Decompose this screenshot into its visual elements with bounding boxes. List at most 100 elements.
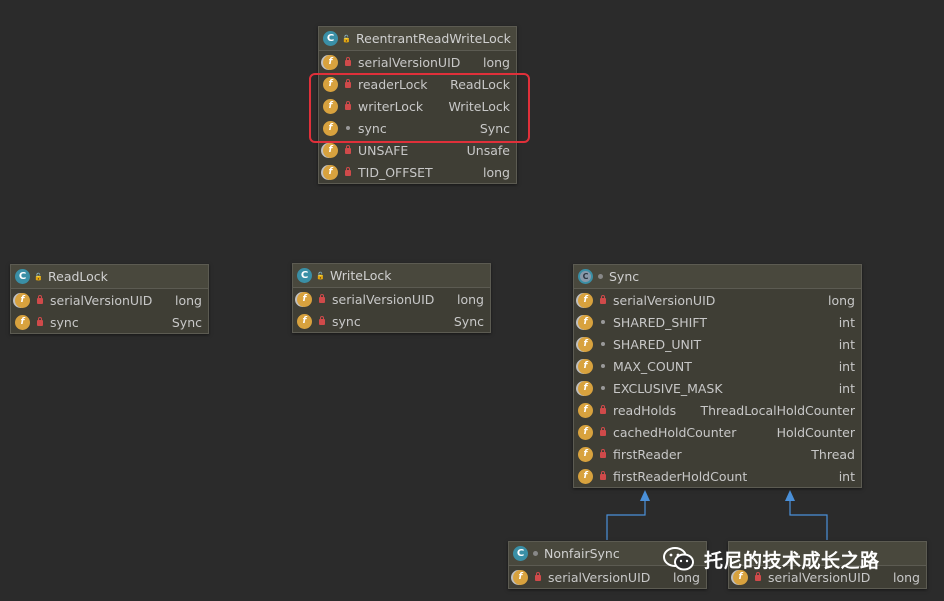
field-type: int [838,468,855,484]
field-type: HoldCounter [776,424,855,440]
field-name: SHARED_UNIT [613,336,702,352]
private-modifier-icon [532,572,544,581]
field-name: serialVersionUID [50,292,153,308]
private-modifier-icon [34,295,46,304]
field-row[interactable]: f serialVersionUID long [11,289,208,311]
private-modifier-icon [342,145,354,154]
nonfair-to-sync-arrow [606,500,646,540]
field-row[interactable]: f SHARED_UNIT int [574,333,861,355]
private-modifier-icon [597,405,609,414]
class-name: ReadLock [48,269,108,284]
field-type: long [483,164,510,180]
field-type: Thread [811,446,855,462]
field-type: int [838,314,855,330]
public-modifier-icon [34,272,42,281]
private-modifier-icon [316,294,328,303]
field-row[interactable]: f sync Sync [11,311,208,333]
field-name: SHARED_SHIFT [613,314,707,330]
field-icon: f [578,402,593,418]
field-type: Unsafe [466,142,510,158]
field-name: sync [50,314,79,330]
class-header: C ReadLock [11,265,208,289]
field-icon: f [513,569,528,585]
field-name: TID_OFFSET [358,164,433,180]
field-icon: f [578,314,593,330]
field-row[interactable]: f serialVersionUID long [574,289,861,311]
field-row[interactable]: f cachedHoldCounter HoldCounter [574,421,861,443]
field-name: firstReader [613,446,682,462]
class-name: NonfairSync [544,546,620,561]
private-modifier-icon [597,449,609,458]
field-row[interactable]: f firstReaderHoldCount int [574,465,861,487]
field-icon: f [15,314,30,330]
field-icon: f [578,336,593,352]
class-name: WriteLock [330,268,392,283]
class-name: ReentrantReadWriteLock [356,31,511,46]
class-box-readlock[interactable]: C ReadLock f serialVersionUID long f syn… [10,264,209,334]
field-type: long [828,292,855,308]
class-icon: C [297,268,312,283]
class-icon: C [513,546,528,561]
package-modifier-icon [597,386,609,390]
field-row[interactable]: f serialVersionUID long [293,288,490,310]
field-type: ThreadLocalHoldCounter [700,402,855,418]
class-icon: C [15,269,30,284]
field-type: long [483,54,510,70]
package-modifier-icon [533,551,538,556]
field-icon: f [297,291,312,307]
field-row[interactable]: f MAX_COUNT int [574,355,861,377]
private-modifier-icon [597,471,609,480]
field-row[interactable]: f EXCLUSIVE_MASK int [574,377,861,399]
field-type: Sync [171,314,202,330]
class-box-writelock[interactable]: C WriteLock f serialVersionUID long f sy… [292,263,491,333]
field-name: serialVersionUID [613,292,716,308]
class-header: C WriteLock [293,264,490,288]
field-icon: f [323,142,338,158]
field-row[interactable]: f serialVersionUID long [319,51,516,73]
private-modifier-icon [34,317,46,326]
private-modifier-icon [342,57,354,66]
field-row[interactable]: f firstReader Thread [574,443,861,465]
field-type: long [175,292,202,308]
field-icon: f [323,164,338,180]
field-name: cachedHoldCounter [613,424,737,440]
field-icon: f [578,292,593,308]
field-type: int [838,358,855,374]
field-icon: f [578,446,593,462]
fair-arrowhead [785,490,795,501]
private-modifier-icon [342,167,354,176]
field-name: UNSAFE [358,142,409,158]
private-modifier-icon [316,316,328,325]
class-icon: C [323,31,338,46]
field-type: int [838,336,855,352]
field-name: sync [332,313,361,329]
package-modifier-icon [598,274,603,279]
class-header: C ReentrantReadWriteLock [319,27,516,51]
abstract-class-icon: C [578,269,593,284]
field-type: Sync [453,313,484,329]
package-modifier-icon [597,364,609,368]
public-modifier-icon [342,34,350,43]
field-icon: f [323,54,338,70]
class-box-sync[interactable]: C Sync f serialVersionUID long f SHARED_… [573,264,862,488]
field-name: MAX_COUNT [613,358,692,374]
nonfair-arrowhead [640,490,650,501]
field-row[interactable]: f readHolds ThreadLocalHoldCounter [574,399,861,421]
field-type: int [838,380,855,396]
class-header: C Sync [574,265,861,289]
field-row[interactable]: f SHARED_SHIFT int [574,311,861,333]
watermark-text: 托尼的技术成长之路 [704,549,880,572]
package-modifier-icon [597,342,609,346]
field-name: serialVersionUID [548,569,651,585]
field-icon: f [578,358,593,374]
watermark: 托尼的技术成长之路 [662,539,944,579]
field-name: serialVersionUID [358,54,461,70]
package-modifier-icon [597,320,609,324]
public-modifier-icon [316,271,324,280]
field-icon: f [297,313,312,329]
field-row[interactable]: f TID_OFFSET long [319,161,516,183]
field-icon: f [578,424,593,440]
field-name: readHolds [613,402,677,418]
field-icon: f [578,380,593,396]
field-row[interactable]: f sync Sync [293,310,490,332]
